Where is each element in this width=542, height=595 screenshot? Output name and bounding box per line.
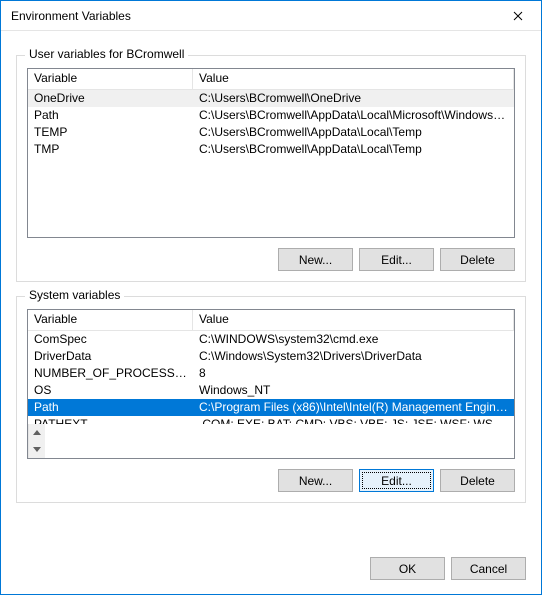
system-new-button[interactable]: New... — [278, 469, 353, 492]
table-row[interactable]: TMPC:\Users\BCromwell\AppData\Local\Temp — [28, 141, 514, 158]
cell-variable: OS — [28, 382, 193, 399]
table-row[interactable]: OSWindows_NT — [28, 382, 514, 399]
dialog-content: User variables for BCromwell Variable Va… — [1, 31, 541, 549]
cell-variable: NUMBER_OF_PROCESSORS — [28, 365, 193, 382]
system-list-header[interactable]: Variable Value — [28, 310, 514, 331]
chevron-down-icon — [33, 447, 41, 452]
chevron-up-icon — [33, 430, 41, 435]
cell-value: 8 — [193, 365, 514, 382]
table-row[interactable]: TEMPC:\Users\BCromwell\AppData\Local\Tem… — [28, 124, 514, 141]
user-col-header-variable[interactable]: Variable — [28, 69, 193, 89]
close-icon — [513, 11, 523, 21]
cell-value: C:\Users\BCromwell\AppData\Local\Microso… — [193, 107, 514, 124]
titlebar[interactable]: Environment Variables — [1, 1, 541, 31]
user-list-header[interactable]: Variable Value — [28, 69, 514, 90]
cell-variable: TMP — [28, 141, 193, 158]
table-row[interactable]: DriverDataC:\Windows\System32\Drivers\Dr… — [28, 348, 514, 365]
table-row[interactable]: PATHEXT.COM;.EXE;.BAT;.CMD;.VBS;.VBE;.JS… — [28, 416, 514, 424]
table-row[interactable]: OneDriveC:\Users\BCromwell\OneDrive — [28, 90, 514, 107]
system-group-legend: System variables — [25, 288, 124, 302]
dialog-footer: OK Cancel — [1, 549, 541, 594]
user-col-header-value[interactable]: Value — [193, 69, 514, 89]
user-new-button[interactable]: New... — [278, 248, 353, 271]
table-row[interactable]: PathC:\Users\BCromwell\AppData\Local\Mic… — [28, 107, 514, 124]
cell-value: C:\Users\BCromwell\AppData\Local\Temp — [193, 141, 514, 158]
system-col-header-value[interactable]: Value — [193, 310, 514, 330]
user-delete-button[interactable]: Delete — [440, 248, 515, 271]
system-variables-group: System variables Variable Value ComSpecC… — [16, 296, 526, 503]
user-button-row: New... Edit... Delete — [27, 248, 515, 271]
system-scrollbar[interactable] — [28, 424, 45, 458]
system-button-row: New... Edit... Delete — [27, 469, 515, 492]
user-variables-group: User variables for BCromwell Variable Va… — [16, 55, 526, 282]
cell-variable: Path — [28, 399, 193, 416]
ok-button[interactable]: OK — [370, 557, 445, 580]
cell-variable: Path — [28, 107, 193, 124]
env-vars-dialog: Environment Variables User variables for… — [0, 0, 542, 595]
cell-value: C:\Windows\System32\Drivers\DriverData — [193, 348, 514, 365]
cell-value: C:\Users\BCromwell\OneDrive — [193, 90, 514, 107]
cell-value: C:\Program Files (x86)\Intel\Intel(R) Ma… — [193, 399, 514, 416]
cell-variable: TEMP — [28, 124, 193, 141]
scroll-down-button[interactable] — [29, 441, 45, 458]
cell-variable: ComSpec — [28, 331, 193, 348]
system-col-header-variable[interactable]: Variable — [28, 310, 193, 330]
cell-variable: DriverData — [28, 348, 193, 365]
cancel-button[interactable]: Cancel — [451, 557, 526, 580]
user-variables-list[interactable]: Variable Value OneDriveC:\Users\BCromwel… — [27, 68, 515, 238]
cell-variable: PATHEXT — [28, 416, 193, 424]
scroll-up-button[interactable] — [29, 424, 45, 441]
window-title: Environment Variables — [11, 9, 495, 23]
system-edit-button[interactable]: Edit... — [359, 469, 434, 492]
system-variables-list[interactable]: Variable Value ComSpecC:\WINDOWS\system3… — [27, 309, 515, 459]
table-row[interactable]: PathC:\Program Files (x86)\Intel\Intel(R… — [28, 399, 514, 416]
cell-value: Windows_NT — [193, 382, 514, 399]
table-row[interactable]: ComSpecC:\WINDOWS\system32\cmd.exe — [28, 331, 514, 348]
table-row[interactable]: NUMBER_OF_PROCESSORS8 — [28, 365, 514, 382]
cell-value: C:\Users\BCromwell\AppData\Local\Temp — [193, 124, 514, 141]
close-button[interactable] — [495, 1, 541, 31]
user-edit-button[interactable]: Edit... — [359, 248, 434, 271]
cell-variable: OneDrive — [28, 90, 193, 107]
cell-value: .COM;.EXE;.BAT;.CMD;.VBS;.VBE;.JS;.JSE;.… — [193, 416, 514, 424]
system-delete-button[interactable]: Delete — [440, 469, 515, 492]
cell-value: C:\WINDOWS\system32\cmd.exe — [193, 331, 514, 348]
user-group-legend: User variables for BCromwell — [25, 47, 188, 61]
